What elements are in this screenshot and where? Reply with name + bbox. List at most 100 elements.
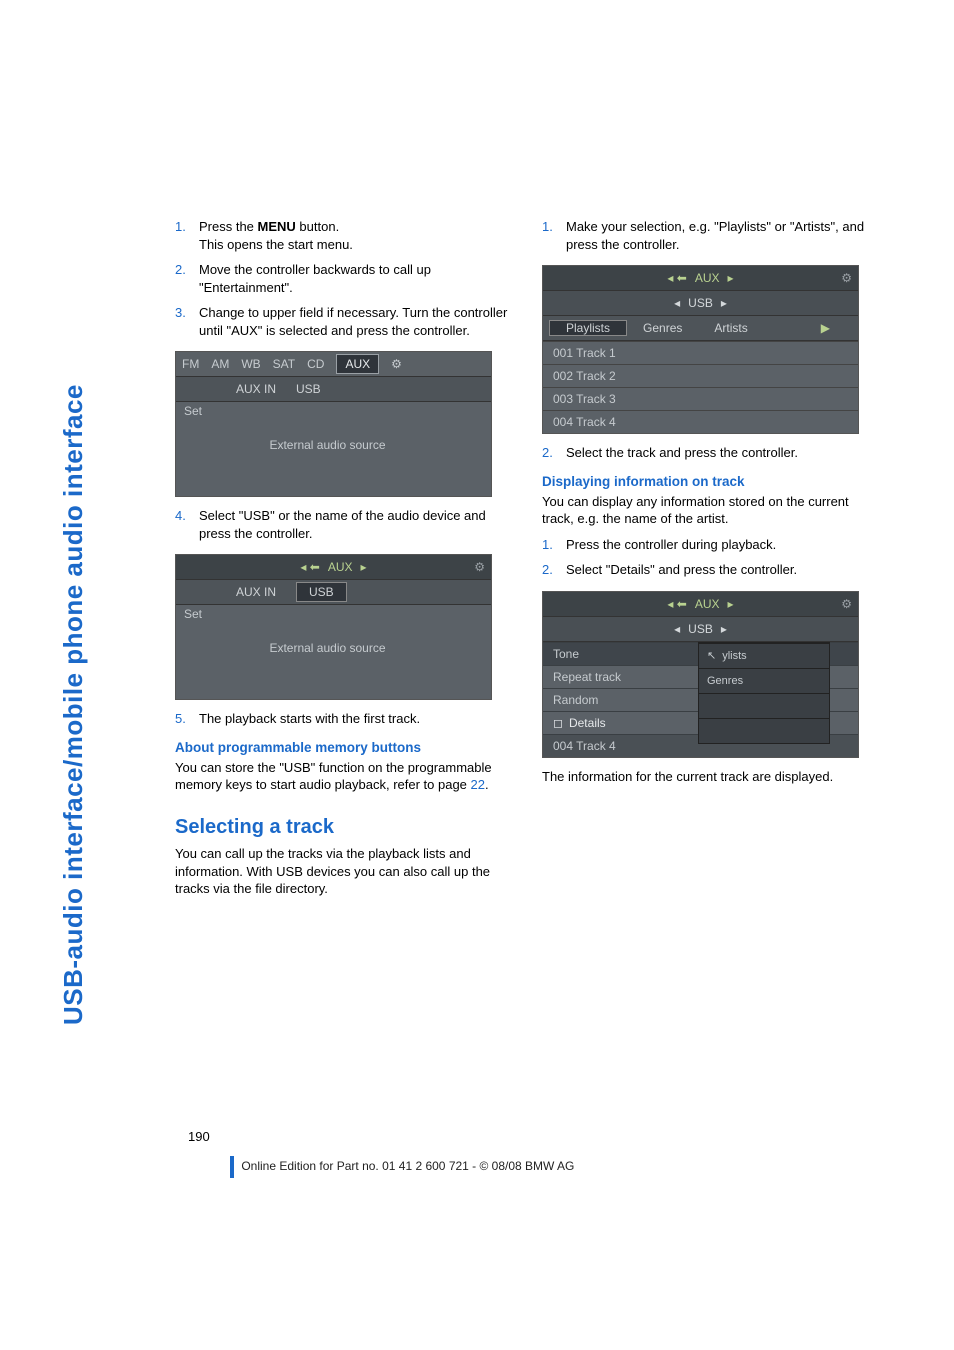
- left-steps-3: 5. The playback starts with the first tr…: [175, 710, 512, 728]
- gear-icon: ⚙: [841, 271, 852, 285]
- step-number: 1.: [542, 218, 553, 236]
- step-sub: This opens the start menu.: [199, 237, 353, 252]
- page-number: 190: [188, 1129, 868, 1144]
- step-number: 5.: [175, 710, 186, 728]
- play-icon: ▶: [805, 321, 846, 335]
- footer-edition: Online Edition for Part no. 01 41 2 600 …: [241, 1159, 574, 1173]
- sub-bar: ◂ USB ▸: [543, 617, 858, 642]
- page-footer: 190 Online Edition for Part no. 01 41 2 …: [188, 1129, 868, 1178]
- track-row: 001 Track 1: [543, 341, 858, 364]
- side-section-label: USB-audio interface/mobile phone audio i…: [58, 384, 89, 1025]
- heading-mem-buttons: About programmable memory buttons: [175, 740, 512, 755]
- step-number: 2.: [542, 561, 553, 579]
- gear-icon: ⚙: [474, 560, 485, 574]
- sub-label: USB: [688, 622, 713, 636]
- right-steps-1: 1. Make your selection, e.g. "Playlists"…: [542, 218, 879, 253]
- tab-artists: Artists: [698, 321, 763, 335]
- list-area: Set External audio source: [176, 605, 491, 699]
- step-number: 2.: [542, 444, 553, 462]
- right-column: 1. Make your selection, e.g. "Playlists"…: [542, 218, 879, 906]
- left-steps-2: 4. Select "USB" or the name of the audio…: [175, 507, 512, 542]
- overlay-genres: Genres: [699, 668, 829, 693]
- page-ref-link[interactable]: 22: [471, 777, 485, 792]
- category-tabs: Playlists Genres Artists ▶: [543, 316, 858, 341]
- track-list: 001 Track 1 002 Track 2 003 Track 3 004 …: [543, 341, 858, 433]
- list-area: Set External audio source: [176, 402, 491, 496]
- subtab-auxin: AUX IN: [236, 382, 276, 396]
- footer-bar: [230, 1156, 234, 1178]
- source-label: External audio source: [184, 438, 491, 452]
- overlay-label: ylists: [722, 650, 746, 662]
- top-label: AUX: [695, 271, 720, 285]
- sub-bar: ◂ USB ▸: [543, 291, 858, 316]
- overlay-panel: ↖ ylists Genres: [698, 642, 830, 744]
- cursor-icon: ↖: [707, 649, 716, 662]
- gear-icon: ⚙: [391, 357, 402, 371]
- mem-body-text: You can store the "USB" function on the …: [175, 760, 492, 793]
- overlay-blank: [699, 693, 829, 718]
- idrive-screen-2: ◂ ⬅ AUX ▸ ⚙ AUX IN USB Set External audi…: [175, 554, 492, 700]
- heading-display-info: Displaying information on track: [542, 474, 879, 489]
- nav-left-icon: ◂ ⬅: [667, 597, 686, 611]
- tab-am: AM: [211, 357, 229, 371]
- source-label: External audio source: [184, 641, 491, 655]
- track-row: 003 Track 3: [543, 387, 858, 410]
- square-icon: ◻: [553, 716, 563, 730]
- menu-list: Tone Repeat track Random ◻Details 004 Tr…: [543, 642, 858, 757]
- top-bar: ◂ ⬅ AUX ▸ ⚙: [543, 592, 858, 617]
- tab-cd: CD: [307, 357, 324, 371]
- step-number: 3.: [175, 304, 186, 322]
- nav-left-icon: ◂: [674, 622, 680, 636]
- idrive-screen-4: ◂ ⬅ AUX ▸ ⚙ ◂ USB ▸ Tone Repeat track Ra…: [542, 591, 859, 758]
- content-columns: 1. Press the MENU button. This opens the…: [175, 218, 880, 906]
- tab-wb: WB: [241, 357, 260, 371]
- source-tabs: FM AM WB SAT CD AUX ⚙: [176, 352, 491, 377]
- heading-selecting-track: Selecting a track: [175, 816, 512, 839]
- set-label: Set: [184, 607, 491, 621]
- right-steps-2: 2. Select the track and press the contro…: [542, 444, 879, 462]
- step-number: 1.: [542, 536, 553, 554]
- step-number: 4.: [175, 507, 186, 525]
- top-bar: ◂ ⬅ AUX ▸ ⚙: [543, 266, 858, 291]
- tab-playlists-selected: Playlists: [549, 320, 627, 336]
- step-text: Change to upper field if necessary. Turn…: [199, 305, 507, 338]
- tab-sat: SAT: [273, 357, 295, 371]
- step-number: 2.: [175, 261, 186, 279]
- subtab-auxin: AUX IN: [236, 585, 276, 599]
- nav-left-icon: ◂: [674, 296, 680, 310]
- nav-right-icon: ▸: [721, 622, 727, 636]
- top-label: AUX: [328, 560, 353, 574]
- track-row: 004 Track 4: [543, 410, 858, 433]
- nav-right-icon: ▸: [721, 296, 727, 310]
- subtab-usb-selected: USB: [296, 582, 347, 602]
- top-bar: ◂ ⬅ AUX ▸ ⚙: [176, 555, 491, 580]
- right-steps-3: 1. Press the controller during playback.…: [542, 536, 879, 579]
- after-text: The information for the current track ar…: [542, 768, 879, 786]
- info-body: You can display any information stored o…: [542, 493, 879, 528]
- step-text: Select the track and press the controlle…: [566, 445, 798, 460]
- top-label: AUX: [695, 597, 720, 611]
- step-text: Select "USB" or the name of the audio de…: [199, 508, 486, 541]
- step-text: Move the controller backwards to call up…: [199, 262, 431, 295]
- nav-right-icon: ▸: [728, 271, 734, 285]
- menu-details-label: Details: [569, 716, 606, 730]
- step-number: 1.: [175, 218, 186, 236]
- step-text: Make your selection, e.g. "Playlists" or…: [566, 219, 864, 252]
- left-steps-1: 1. Press the MENU button. This opens the…: [175, 218, 512, 339]
- step-text: Select "Details" and press the controlle…: [566, 562, 797, 577]
- step-text: Press the controller during playback.: [566, 537, 776, 552]
- left-column: 1. Press the MENU button. This opens the…: [175, 218, 512, 906]
- nav-left-icon: ◂ ⬅: [300, 560, 319, 574]
- sub-label: USB: [688, 296, 713, 310]
- sub-tabs: AUX IN USB: [176, 580, 491, 605]
- gear-icon: ⚙: [841, 597, 852, 611]
- sel-body: You can call up the tracks via the playb…: [175, 845, 512, 898]
- nav-left-icon: ◂ ⬅: [667, 271, 686, 285]
- tab-fm: FM: [182, 357, 199, 371]
- idrive-screen-3: ◂ ⬅ AUX ▸ ⚙ ◂ USB ▸ Playlists Genres Art…: [542, 265, 859, 434]
- tab-genres: Genres: [627, 321, 698, 335]
- subtab-usb: USB: [296, 382, 321, 396]
- tab-aux-selected: AUX: [336, 354, 379, 374]
- mem-body: You can store the "USB" function on the …: [175, 759, 512, 794]
- track-row: 002 Track 2: [543, 364, 858, 387]
